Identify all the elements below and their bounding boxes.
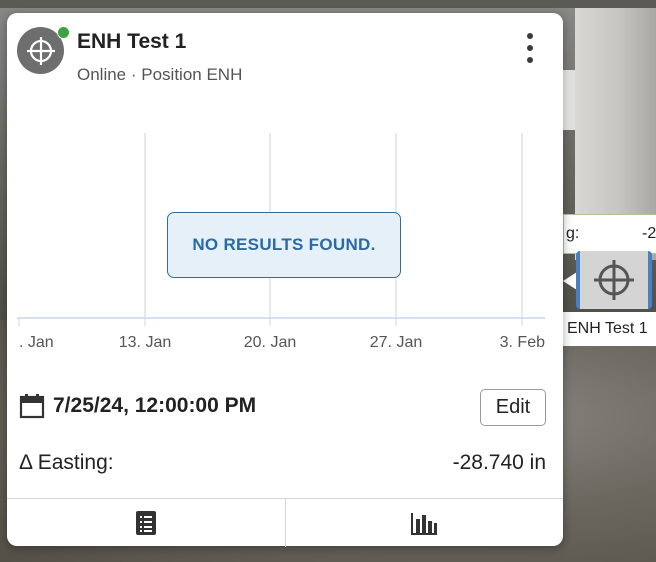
bar-chart-icon	[411, 513, 438, 535]
calendar-icon	[19, 394, 45, 419]
sensor-title: ENH Test 1	[77, 30, 187, 53]
x-tick-label: 3. Feb	[500, 334, 545, 351]
background-strip	[0, 0, 656, 8]
tab-list[interactable]	[7, 499, 285, 547]
crosshair-icon	[26, 36, 55, 65]
selected-date: 7/25/24, 12:00:00 PM	[53, 394, 257, 417]
marker-name-label: ENH Test 1	[563, 312, 656, 346]
side-info-label: g:	[566, 225, 580, 242]
no-results-message: NO RESULTS FOUND.	[167, 212, 401, 278]
marker-pointer	[563, 272, 577, 290]
x-tick-label: 13. Jan	[119, 334, 171, 351]
date-row: 7/25/24, 12:00:00 PM	[19, 393, 256, 419]
online-status-dot	[57, 26, 70, 39]
sensor-popup-card: ENH Test 1 Online · Position ENH . Jan 13…	[7, 13, 563, 547]
crosshair-icon	[594, 260, 634, 300]
list-icon	[135, 511, 156, 535]
more-vertical-icon	[527, 33, 533, 39]
easting-label: Δ Easting:	[19, 451, 114, 474]
side-info-value: -2	[642, 225, 656, 242]
x-tick-label: 27. Jan	[370, 334, 422, 351]
x-tick-label: 20. Jan	[244, 334, 296, 351]
more-options-button[interactable]	[519, 31, 541, 65]
edit-button[interactable]: Edit	[480, 389, 546, 426]
sensor-subtitle: Online · Position ENH	[77, 65, 243, 84]
x-tick-label: . Jan	[19, 334, 54, 351]
card-footer	[7, 498, 563, 547]
easting-value: -28.740 in	[452, 451, 546, 474]
map-marker[interactable]	[576, 251, 652, 309]
tab-chart[interactable]	[284, 499, 564, 547]
side-info-panel[interactable]: g: -2	[563, 214, 656, 254]
